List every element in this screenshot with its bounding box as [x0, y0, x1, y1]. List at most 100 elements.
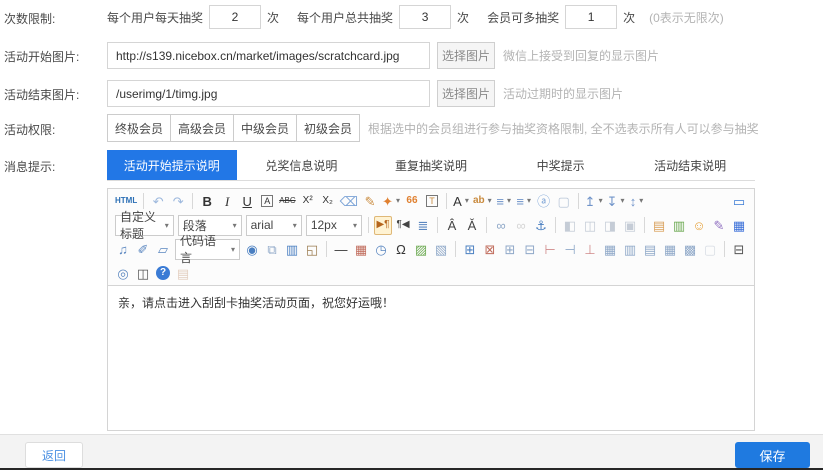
limits-row: 每个用户每天抽奖 次 每个用户总共抽奖 次 会员可多抽奖 次 (0表示无限次): [107, 4, 724, 30]
end-image-input[interactable]: [107, 80, 430, 107]
insert-doc-icon[interactable]: ▱: [154, 240, 172, 259]
split-cells-icon[interactable]: ▥: [621, 240, 639, 259]
anchor-icon[interactable]: ⚓: [532, 216, 550, 235]
perm-junior-member-button[interactable]: 初级会员: [296, 114, 360, 142]
ordered-list-icon[interactable]: ≡▾: [495, 192, 513, 211]
insert-row-icon[interactable]: ⊟: [521, 240, 539, 259]
table-doc-icon[interactable]: ▢: [701, 240, 719, 259]
delete-col-icon[interactable]: ⊥: [581, 240, 599, 259]
paste-icon[interactable]: ▤: [174, 264, 192, 283]
blank-doc-icon[interactable]: ▢: [555, 192, 573, 211]
merge-right-icon[interactable]: ▤: [641, 240, 659, 259]
snapshot-icon[interactable]: ◱: [303, 240, 321, 259]
insert-image-icon[interactable]: ▤: [650, 216, 668, 235]
custom-title-dropdown[interactable]: 自定义标题▾: [115, 215, 174, 236]
perm-ultimate-member-button[interactable]: 终极会员: [107, 114, 171, 142]
anchor-tag-icon[interactable]: ⓐ: [535, 192, 553, 211]
columns-icon[interactable]: ▥: [283, 240, 301, 259]
font-size-up-icon[interactable]: Â: [443, 216, 461, 235]
bold-icon[interactable]: B: [198, 192, 216, 211]
fullscreen-icon[interactable]: ▭: [730, 192, 748, 211]
insert-video-icon[interactable]: ▦: [730, 216, 748, 235]
find-replace-icon[interactable]: ◫: [134, 264, 152, 283]
print-icon[interactable]: ⊟: [730, 240, 748, 259]
table-header-icon[interactable]: ⊞: [501, 240, 519, 259]
bordered-text-icon[interactable]: A: [258, 192, 276, 211]
line-spacing-icon[interactable]: ↕▾: [628, 192, 646, 211]
editor-content-area[interactable]: 亲，请点击进入刮刮卡抽奖活动页面，祝您好运哦！: [108, 285, 754, 430]
ltr-paragraph-icon[interactable]: ¶◀: [394, 216, 412, 235]
toolbar-separator: [143, 193, 144, 209]
font-size-dropdown[interactable]: 12px▾: [306, 215, 362, 236]
code-language-dropdown[interactable]: 代码语言▾: [175, 239, 240, 260]
limits-hint: (0表示无限次): [649, 9, 724, 26]
font-size-down-icon[interactable]: Ǎ: [463, 216, 481, 235]
blockquote-icon[interactable]: 66: [403, 192, 421, 211]
insert-table-icon[interactable]: ⊞: [461, 240, 479, 259]
spacing-before-icon[interactable]: ↥▾: [584, 192, 604, 211]
eraser-icon[interactable]: ⌫: [339, 192, 359, 211]
quick-format-icon[interactable]: ▧: [432, 240, 450, 259]
merge-down-icon[interactable]: ▦: [661, 240, 679, 259]
help-icon[interactable]: ?: [154, 264, 172, 283]
scrawl-icon[interactable]: ✎: [710, 216, 728, 235]
pagebreak-icon[interactable]: ⧉: [263, 240, 281, 259]
form-icon[interactable]: ▨: [412, 240, 430, 259]
tab-redeem-info[interactable]: 兑奖信息说明: [237, 150, 367, 180]
start-image-input[interactable]: [107, 42, 430, 69]
italic-icon[interactable]: I: [218, 192, 236, 211]
insert-col-icon[interactable]: ⊣: [561, 240, 579, 259]
emoji-icon[interactable]: ☺: [690, 216, 708, 235]
total-input[interactable]: [399, 5, 451, 29]
start-image-pick-button[interactable]: 选择图片: [437, 42, 495, 69]
paste-text-icon[interactable]: T: [423, 192, 441, 211]
save-button[interactable]: 保存: [735, 442, 810, 468]
back-button[interactable]: 返回: [25, 442, 83, 468]
font-family-dropdown[interactable]: arial▾: [246, 215, 302, 236]
preview-icon[interactable]: ◎: [114, 264, 132, 283]
perm-middle-member-button[interactable]: 中级会员: [233, 114, 297, 142]
text-style-icon[interactable]: ✦▾: [381, 192, 401, 211]
music-icon[interactable]: ♫: [114, 240, 132, 259]
strikethrough-icon[interactable]: ABC: [278, 192, 296, 211]
img-align-center-icon[interactable]: ◫: [581, 216, 599, 235]
font-color-icon[interactable]: A▾: [452, 192, 470, 211]
spechars-icon[interactable]: Ω: [392, 240, 410, 259]
underline-icon[interactable]: U: [238, 192, 256, 211]
end-image-pick-button[interactable]: 选择图片: [437, 80, 495, 107]
link-icon[interactable]: ∞: [492, 216, 510, 235]
unlink-icon[interactable]: ∞: [512, 216, 530, 235]
perm-senior-member-button[interactable]: 高级会员: [170, 114, 234, 142]
tab-activity-end[interactable]: 活动结束说明: [625, 150, 755, 180]
merge-cells-icon[interactable]: ▦: [601, 240, 619, 259]
toolbar-separator: [326, 241, 327, 257]
tab-repeat-draw[interactable]: 重复抽奖说明: [366, 150, 496, 180]
image-manager-icon[interactable]: ▥: [670, 216, 688, 235]
time-icon[interactable]: ◷: [372, 240, 390, 259]
subscript-icon[interactable]: X₂: [319, 192, 337, 211]
map-icon[interactable]: ◉: [243, 240, 261, 259]
tab-win-tip[interactable]: 中奖提示: [496, 150, 626, 180]
highlight-color-icon[interactable]: ab▾: [472, 192, 493, 211]
rtl-paragraph-icon[interactable]: ≣: [414, 216, 432, 235]
table-full-icon[interactable]: ▩: [681, 240, 699, 259]
permission-hint: 根据选中的会员组进行参与抽奖资格限制, 全不选表示所有人可以参与抽奖: [368, 120, 759, 137]
unordered-list-icon[interactable]: ≡▾: [515, 192, 533, 211]
scratchcard-activity-settings-page: 次数限制: 每个用户每天抽奖 次 每个用户总共抽奖 次 会员可多抽奖 次 (0表…: [0, 0, 823, 470]
superscript-icon[interactable]: X²: [299, 192, 317, 211]
attachment-icon[interactable]: ✐: [134, 240, 152, 259]
img-align-right-icon[interactable]: ◨: [601, 216, 619, 235]
delete-row-icon[interactable]: ⊢: [541, 240, 559, 259]
date-icon[interactable]: ▦: [352, 240, 370, 259]
img-align-left-icon[interactable]: ◧: [561, 216, 579, 235]
first-line-indent-icon[interactable]: ▶¶: [374, 216, 392, 235]
spacing-after-icon[interactable]: ↧▾: [606, 192, 626, 211]
redo-icon[interactable]: ↷: [169, 192, 187, 211]
delete-table-icon[interactable]: ⊠: [481, 240, 499, 259]
per-day-input[interactable]: [209, 5, 261, 29]
extra-input[interactable]: [565, 5, 617, 29]
tab-activity-start-tip[interactable]: 活动开始提示说明: [107, 150, 237, 180]
format-brush-icon[interactable]: ✎: [361, 192, 379, 211]
img-float-icon[interactable]: ▣: [621, 216, 639, 235]
hr-icon[interactable]: —: [332, 240, 350, 259]
